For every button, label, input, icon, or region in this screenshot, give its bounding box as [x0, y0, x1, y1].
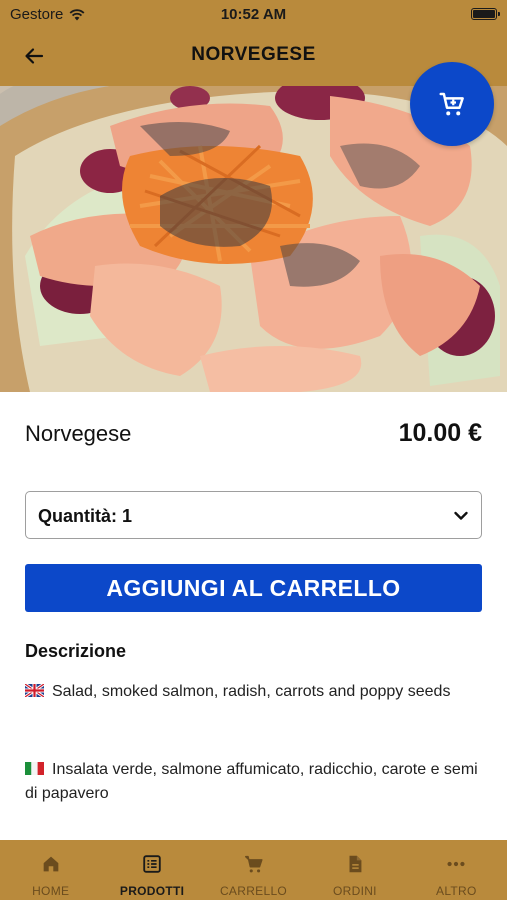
uk-flag-icon — [25, 684, 44, 697]
description-italian: Insalata verde, salmone affumicato, radi… — [25, 758, 485, 806]
tab-carrello-label: CARRELLO — [219, 884, 288, 898]
chevron-down-icon — [454, 511, 468, 520]
home-icon — [43, 856, 59, 872]
tab-home-label: HOME — [32, 884, 70, 898]
product-price: 10.00 € — [398, 419, 482, 447]
cart-icon — [244, 855, 263, 873]
description-english: Salad, smoked salmon, radish, carrots an… — [25, 680, 485, 704]
description-english-text: Salad, smoked salmon, radish, carrots an… — [52, 683, 451, 700]
bottom-tab-bar: HOME PRODOTTI CARRELLO ORDINI ALTRO — [0, 840, 507, 900]
tab-ordini[interactable]: ORDINI — [304, 840, 405, 900]
description-heading: Descrizione — [25, 641, 127, 661]
description-italian-text: Insalata verde, salmone affumicato, radi… — [25, 761, 478, 802]
quantity-value: Quantità: 1 — [38, 506, 133, 526]
tab-prodotti[interactable]: PRODOTTI — [101, 840, 202, 900]
add-to-cart-button[interactable]: AGGIUNGI AL CARRELLO — [25, 564, 482, 612]
italy-flag-icon — [25, 762, 44, 775]
tab-ordini-label: ORDINI — [333, 884, 377, 898]
status-bar: Gestore 10:52 AM — [0, 0, 507, 28]
tab-carrello[interactable]: CARRELLO — [203, 840, 304, 900]
page-title: NORVEGESE — [191, 44, 316, 65]
cart-fab-button[interactable] — [410, 62, 494, 146]
clock: 10:52 AM — [220, 6, 287, 23]
tab-prodotti-label: PRODOTTI — [119, 884, 185, 898]
battery-icon — [471, 8, 500, 20]
tab-home[interactable]: HOME — [0, 840, 101, 900]
tab-altro[interactable]: ALTRO — [406, 840, 507, 900]
quantity-select[interactable]: Quantità: 1 — [25, 491, 482, 539]
list-icon — [143, 855, 161, 873]
document-icon — [349, 855, 362, 873]
more-icon — [447, 861, 465, 867]
cart-icon — [439, 92, 464, 116]
product-name: Norvegese — [25, 421, 132, 446]
tab-altro-label: ALTRO — [436, 884, 477, 898]
